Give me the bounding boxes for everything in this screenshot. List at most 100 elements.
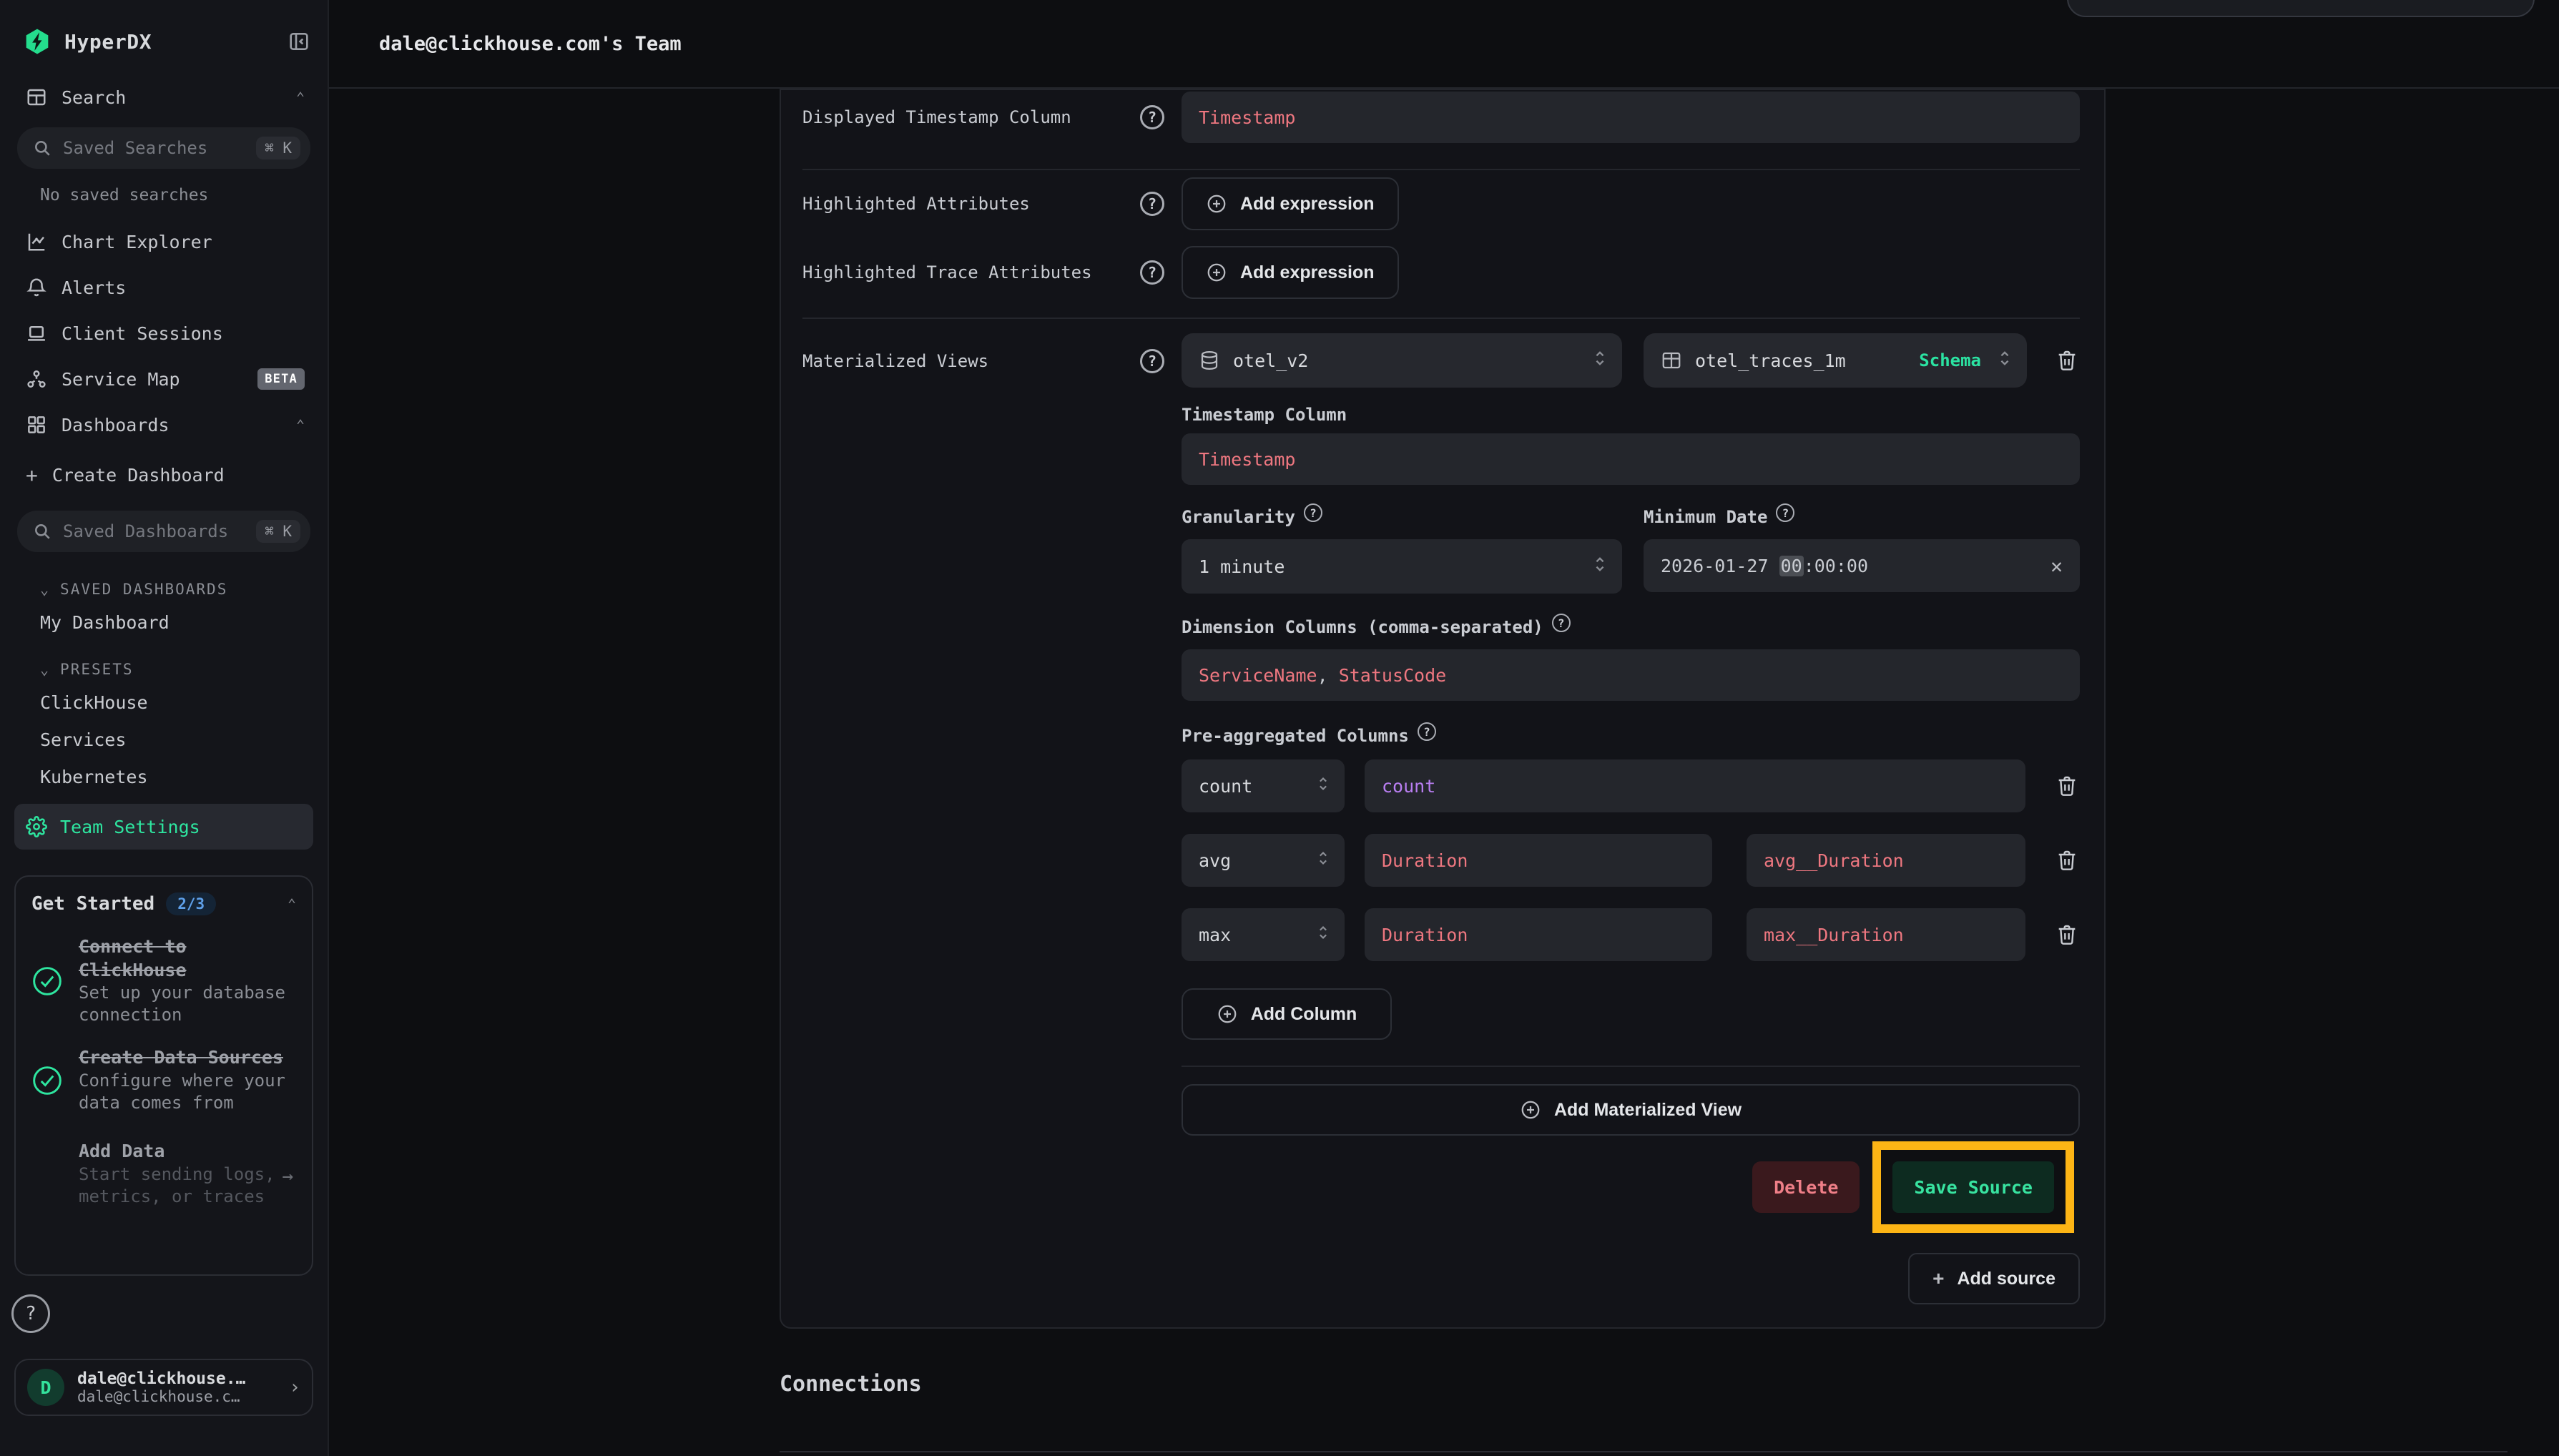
form-actions: Delete Save Source [802, 1141, 2080, 1233]
chevron-updown-icon [1316, 923, 1330, 946]
expression-input[interactable]: count [1365, 759, 2025, 812]
table-select[interactable]: otel_traces_1m Schema [1644, 333, 2027, 388]
delete-column-trash-icon[interactable] [2054, 773, 2080, 799]
dimension-columns-input[interactable]: ServiceName, StatusCode [1182, 649, 2080, 701]
granularity-select[interactable]: 1 minute [1182, 539, 1622, 594]
clear-date-icon[interactable]: ✕ [2050, 554, 2063, 578]
preaggregated-columns-label: Pre-aggregated Columns ? [1182, 722, 2080, 749]
help-circle-icon[interactable]: ? [1140, 105, 1164, 129]
button-label: Add expression [1240, 262, 1375, 283]
delete-column-trash-icon[interactable] [2054, 922, 2080, 948]
displayed-timestamp-input[interactable]: Timestamp [1182, 92, 2080, 143]
input-value: count [1382, 776, 1435, 797]
section-presets[interactable]: ⌄ PRESETS [14, 652, 313, 684]
search-nav-icon [26, 87, 47, 108]
sidebar-item-search[interactable]: Search ⌃ [14, 74, 313, 120]
save-source-button[interactable]: Save Source [1892, 1161, 2054, 1213]
create-dashboard-button[interactable]: + Create Dashboard [14, 448, 313, 502]
saved-dashboards-input[interactable]: Saved Dashboards ⌘ K [17, 511, 310, 552]
avatar: D [27, 1369, 64, 1406]
database-select[interactable]: otel_v2 [1182, 333, 1622, 388]
dimension-value: StatusCode [1339, 665, 1447, 686]
get-started-item-add-data[interactable]: Add Data Start sending logs, metrics, or… [31, 1140, 296, 1208]
add-source-button[interactable]: + Add source [1908, 1253, 2080, 1304]
separator: , [1317, 665, 1339, 686]
column-name-input[interactable]: max__Duration [1747, 908, 2025, 961]
timestamp-column-input[interactable]: Timestamp [1182, 433, 2080, 485]
sidebar-item-my-dashboard[interactable]: My Dashboard [14, 604, 313, 641]
help-circle-icon[interactable]: ? [1552, 614, 1571, 632]
dashboards-grid-icon [26, 414, 47, 436]
timestamp-column-label: Timestamp Column [1182, 405, 2080, 425]
help-circle-icon[interactable]: ? [1304, 503, 1322, 522]
sidebar-item-chart-explorer[interactable]: Chart Explorer [14, 219, 313, 265]
sidebar-item-team-settings[interactable]: Team Settings [14, 804, 313, 850]
section-saved-dashboards[interactable]: ⌄ SAVED DASHBOARDS [14, 572, 313, 604]
aggregation-fn-select[interactable]: count [1182, 759, 1345, 812]
get-started-title: Get Started [31, 893, 154, 915]
help-circle-icon[interactable]: ? [1418, 722, 1436, 741]
get-started-item-connect[interactable]: Connect to ClickHouse Set up your databa… [31, 935, 296, 1026]
sidebar-item-alerts[interactable]: Alerts [14, 265, 313, 310]
granularity-value: 1 minute [1199, 556, 1579, 577]
input-value: avg__Duration [1764, 850, 1904, 871]
add-column-button[interactable]: Add Column [1182, 988, 1392, 1040]
fn-value: avg [1199, 850, 1303, 871]
sidebar-item-kubernetes[interactable]: Kubernetes [14, 758, 313, 795]
add-expression-button[interactable]: Add expression [1182, 246, 1399, 299]
plus-icon: + [26, 463, 38, 487]
sidebar-item-services[interactable]: Services [14, 721, 313, 758]
input-value: Timestamp [1199, 449, 1295, 470]
divider [780, 1451, 2508, 1452]
time-rest: :00:00 [1804, 556, 1868, 576]
materialized-views-row: Materialized Views ? otel_v2 [802, 333, 2080, 1040]
delete-button[interactable]: Delete [1752, 1161, 1860, 1213]
sidebar-item-label: Search [62, 87, 126, 108]
sidebar-item-label: Chart Explorer [62, 232, 212, 252]
collapse-sidebar-icon[interactable] [288, 30, 310, 53]
hour-segment-selected[interactable]: 00 [1779, 556, 1804, 576]
task-title: Create Data Sources [79, 1046, 296, 1070]
saved-dashboards-placeholder: Saved Dashboards [63, 521, 245, 541]
help-circle-icon[interactable]: ? [1140, 192, 1164, 216]
column-name-input[interactable]: avg__Duration [1747, 834, 2025, 887]
user-menu[interactable]: D dale@clickhouse.… dale@clickhouse.c… › [14, 1359, 313, 1416]
add-expression-button[interactable]: Add expression [1182, 177, 1399, 230]
get-started-header[interactable]: Get Started 2/3 ⌃ [31, 892, 296, 915]
database-value: otel_v2 [1233, 350, 1579, 371]
team-settings-content: Displayed Timestamp Column ? Timestamp H… [780, 89, 2518, 1456]
section-label: SAVED DASHBOARDS [60, 581, 227, 598]
sidebar-item-clickhouse[interactable]: ClickHouse [14, 684, 313, 721]
get-started-card: Get Started 2/3 ⌃ Connect to ClickHouse … [14, 875, 313, 1276]
sidebar-item-client-sessions[interactable]: Client Sessions [14, 310, 313, 356]
task-desc: Start sending logs, metrics, or traces [79, 1164, 296, 1208]
sidebar-item-service-map[interactable]: Service Map BETA [14, 356, 313, 402]
task-desc: Configure where your data comes from [79, 1070, 296, 1114]
delete-view-trash-icon[interactable] [2054, 348, 2080, 373]
help-circle-icon[interactable]: ? [1776, 503, 1794, 522]
help-button[interactable]: ? [11, 1294, 50, 1333]
aggregation-fn-select[interactable]: avg [1182, 834, 1345, 887]
expression-input[interactable]: Duration [1365, 834, 1712, 887]
get-started-item-sources[interactable]: Create Data Sources Configure where your… [31, 1046, 296, 1114]
plus-circle-icon [1520, 1099, 1541, 1121]
bell-icon [26, 277, 47, 298]
delete-column-trash-icon[interactable] [2054, 847, 2080, 873]
minimum-date-input[interactable]: 2026-01-27 00:00:00 ✕ [1644, 539, 2080, 592]
task-title: Add Data [79, 1140, 296, 1164]
add-materialized-view-button[interactable]: Add Materialized View [1182, 1084, 2080, 1136]
task-title: Connect to ClickHouse [79, 935, 296, 982]
schema-link[interactable]: Schema [1919, 350, 1981, 370]
aggregation-fn-select[interactable]: max [1182, 908, 1345, 961]
saved-searches-input[interactable]: Saved Searches ⌘ K [17, 127, 310, 169]
expression-input[interactable]: Duration [1365, 908, 1712, 961]
chevron-up-icon: ⌃ [288, 895, 296, 913]
plus-circle-icon [1206, 193, 1227, 215]
help-circle-icon[interactable]: ? [1140, 260, 1164, 285]
field-label: Highlighted Attributes [802, 194, 1030, 214]
search-icon [33, 139, 51, 157]
shortcut-badge: ⌘ K [256, 137, 300, 159]
sidebar-item-dashboards[interactable]: Dashboards ⌃ [14, 402, 313, 448]
field-label: Materialized Views [802, 351, 988, 371]
help-circle-icon[interactable]: ? [1140, 349, 1164, 373]
